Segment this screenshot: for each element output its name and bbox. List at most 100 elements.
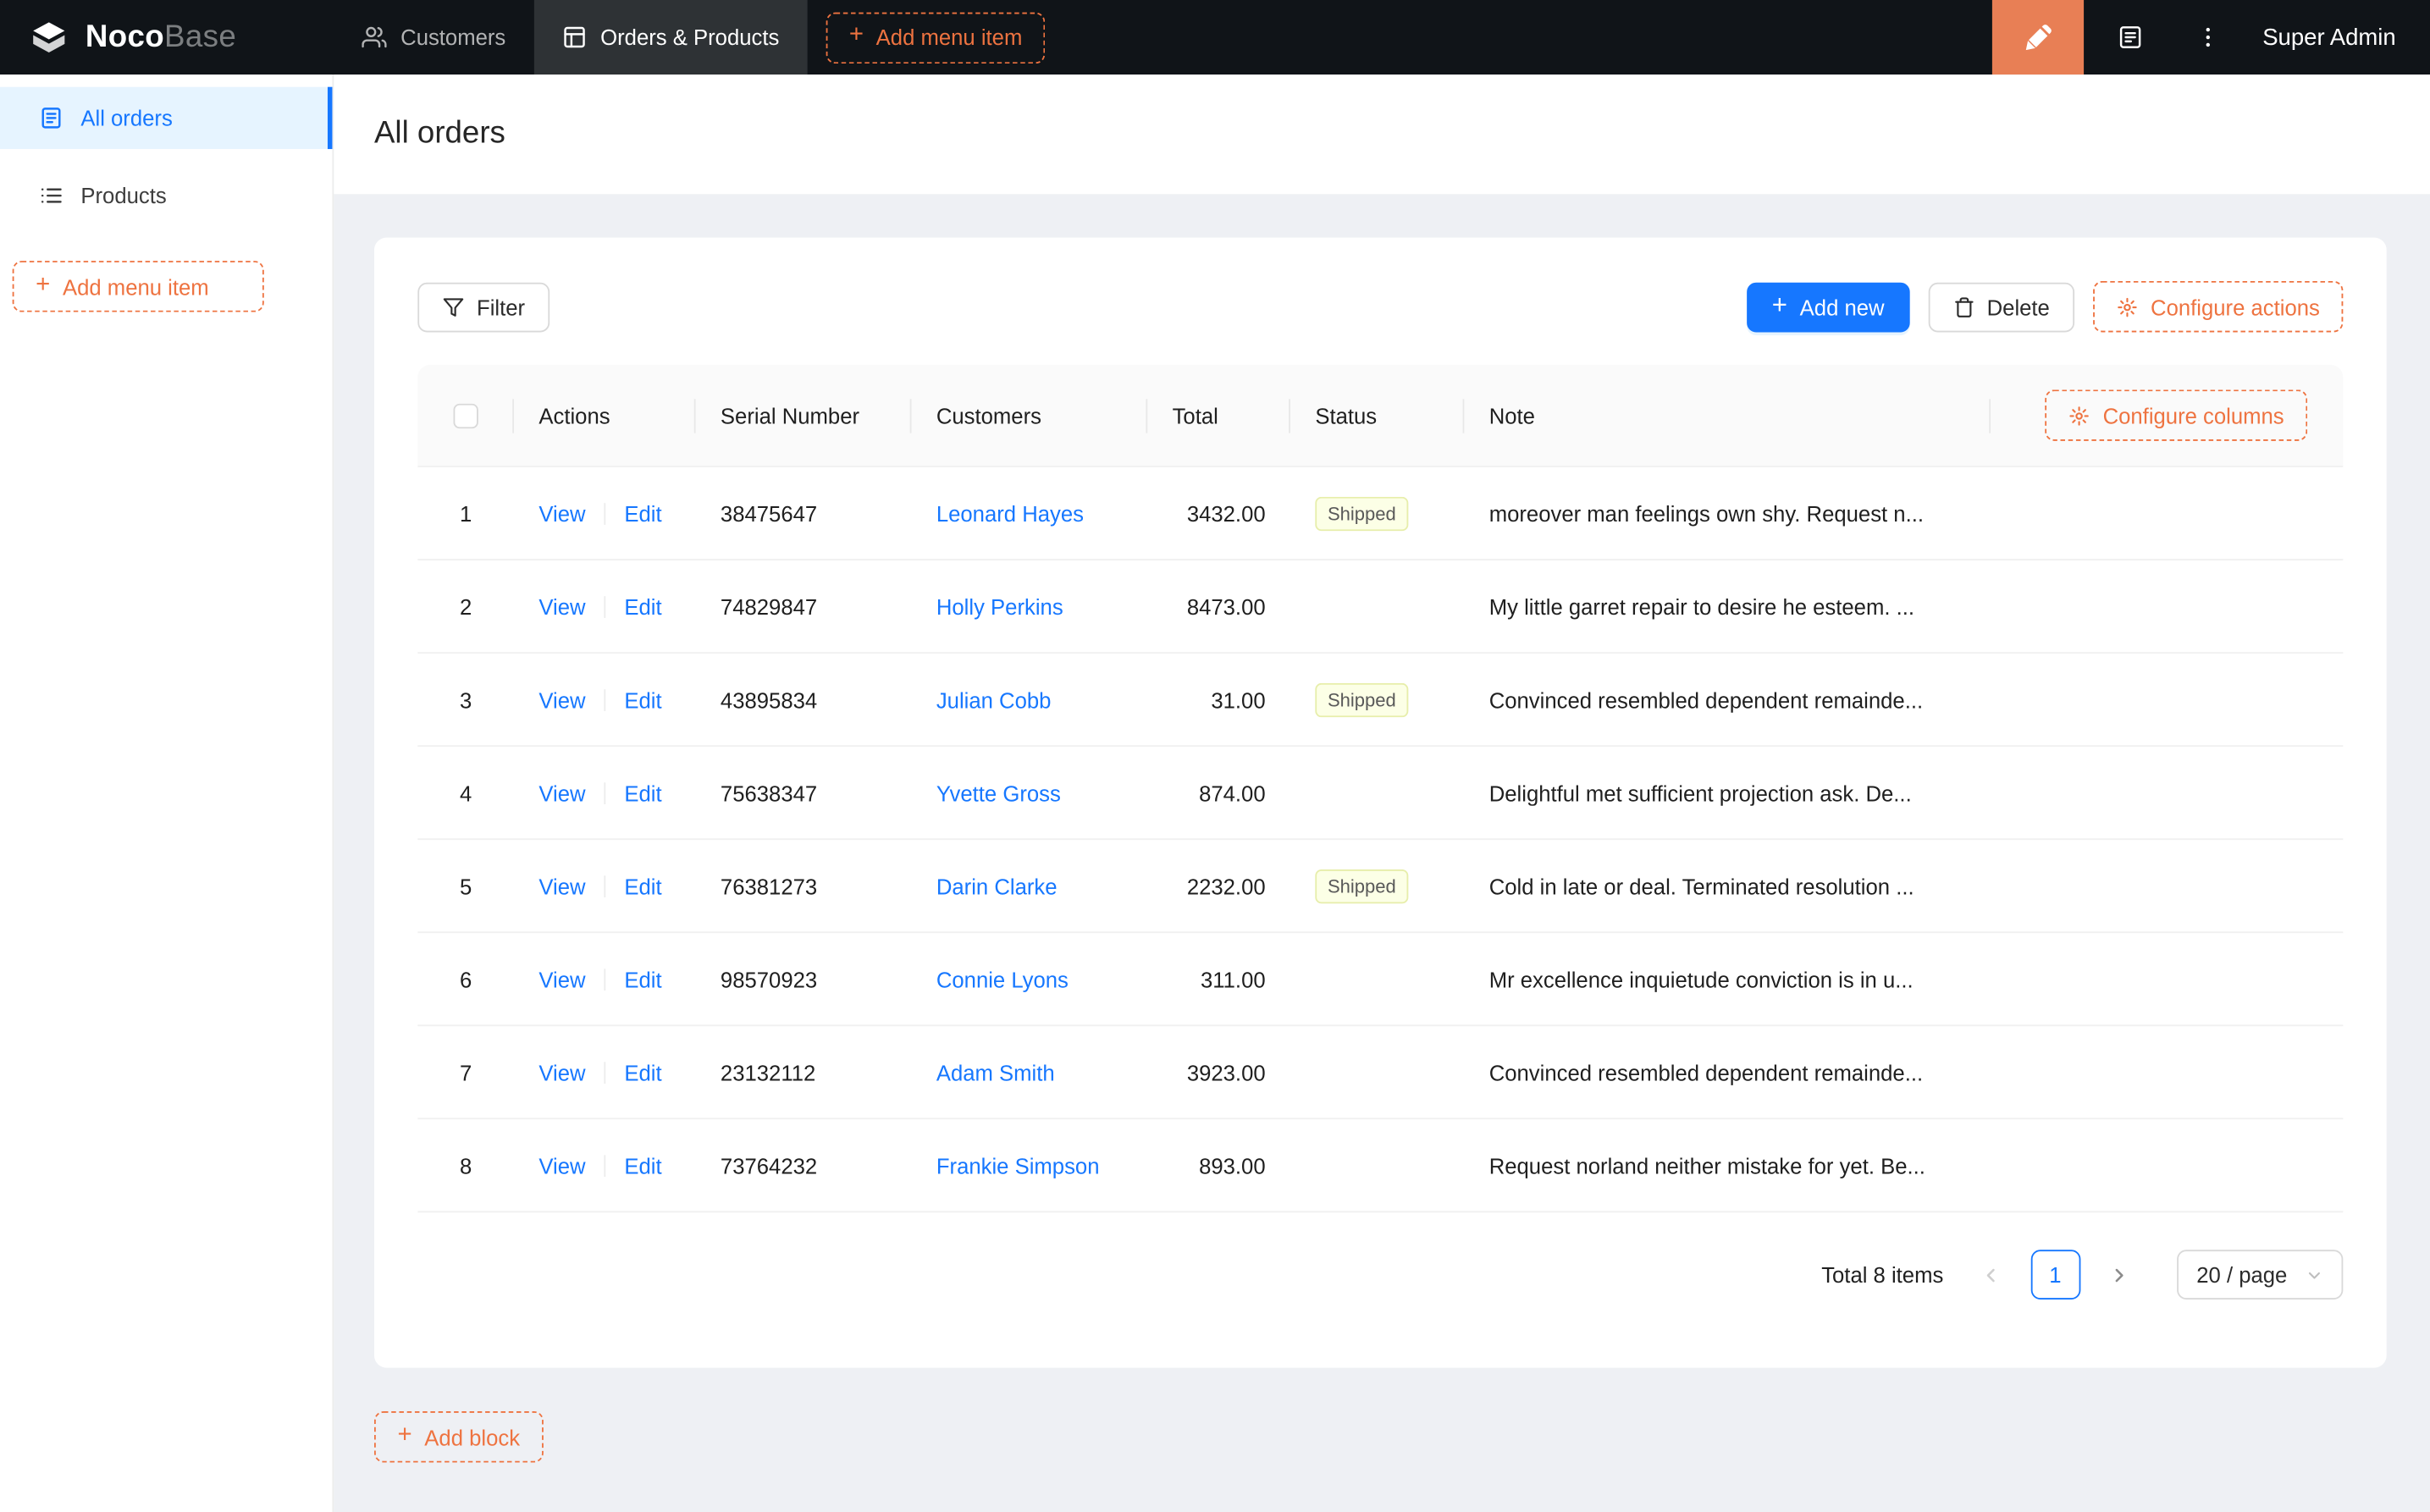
highlighter-icon bbox=[2024, 23, 2053, 52]
user-menu[interactable]: Super Admin bbox=[2241, 0, 2430, 74]
column-header-total: Total bbox=[1147, 365, 1290, 466]
edit-link[interactable]: Edit bbox=[624, 687, 661, 712]
customer-link[interactable]: Holly Perkins bbox=[936, 593, 1063, 618]
divider bbox=[604, 688, 606, 711]
edit-link[interactable]: Edit bbox=[624, 781, 661, 805]
collection-list-icon bbox=[2116, 24, 2144, 52]
sidebar-item-all-orders[interactable]: All orders bbox=[0, 86, 333, 150]
note-cell: Delightful met sufficient projection ask… bbox=[1488, 780, 1912, 805]
row-index: 4 bbox=[460, 780, 472, 805]
orders-table-card: Filter + Add new Delete Configure action… bbox=[373, 237, 2387, 1368]
sidebar-item-label: Products bbox=[80, 183, 167, 208]
customer-cell: Connie Lyons bbox=[911, 967, 1147, 991]
edit-link[interactable]: Edit bbox=[624, 874, 661, 898]
configure-actions-button[interactable]: Configure actions bbox=[2093, 280, 2344, 333]
serial-number-cell: 38475647 bbox=[720, 500, 818, 526]
customer-link[interactable]: Frankie Simpson bbox=[936, 1153, 1100, 1178]
page-1-button[interactable]: 1 bbox=[2030, 1250, 2080, 1300]
row-actions: View Edit bbox=[514, 874, 696, 898]
main-nav: Customers Orders & Products + Add menu i… bbox=[334, 0, 1064, 75]
edit-link[interactable]: Edit bbox=[624, 1153, 661, 1178]
customer-link[interactable]: Julian Cobb bbox=[936, 687, 1052, 712]
edit-link[interactable]: Edit bbox=[624, 1060, 661, 1084]
view-link[interactable]: View bbox=[538, 1060, 585, 1084]
select-all-checkbox[interactable] bbox=[453, 402, 478, 428]
table-row: 6 View Edit 98570923 Connie Lyons 311.00 … bbox=[417, 933, 2344, 1027]
customer-cell: Yvette Gross bbox=[911, 781, 1147, 805]
status-cell: Shipped bbox=[1290, 495, 1464, 531]
divider bbox=[604, 1154, 606, 1177]
list-icon bbox=[39, 183, 64, 207]
view-link[interactable]: View bbox=[538, 874, 585, 898]
add-menu-item-button-header[interactable]: + Add menu item bbox=[826, 11, 1046, 63]
total-cell: 893.00 bbox=[1199, 1152, 1266, 1178]
plus-icon: + bbox=[1771, 290, 1787, 320]
total-cell: 3432.00 bbox=[1186, 500, 1266, 526]
filter-icon bbox=[443, 295, 465, 317]
button-label: Configure columns bbox=[2102, 402, 2284, 428]
view-link[interactable]: View bbox=[538, 967, 585, 991]
customer-cell: Julian Cobb bbox=[911, 687, 1147, 712]
edit-link[interactable]: Edit bbox=[624, 967, 661, 991]
next-page-button[interactable] bbox=[2094, 1250, 2144, 1300]
customer-cell: Darin Clarke bbox=[911, 874, 1147, 898]
total-cell: 8473.00 bbox=[1186, 593, 1266, 619]
row-actions: View Edit bbox=[514, 1060, 696, 1084]
nav-item-customers[interactable]: Customers bbox=[334, 0, 533, 74]
add-block-button[interactable]: + Add block bbox=[373, 1411, 544, 1463]
button-label: Add menu item bbox=[62, 273, 209, 300]
configure-columns-button[interactable]: Configure columns bbox=[2045, 389, 2308, 441]
top-header: NocoBase Customers Orders & Products + A… bbox=[0, 0, 2430, 75]
customer-cell: Leonard Hayes bbox=[911, 500, 1147, 525]
column-header-status: Status bbox=[1290, 365, 1464, 466]
delete-button[interactable]: Delete bbox=[1927, 281, 2075, 332]
customer-link[interactable]: Adam Smith bbox=[936, 1060, 1055, 1084]
gear-icon bbox=[2068, 405, 2090, 427]
view-link[interactable]: View bbox=[538, 1153, 585, 1178]
view-link[interactable]: View bbox=[538, 500, 585, 525]
total-cell: 31.00 bbox=[1211, 687, 1266, 712]
customer-link[interactable]: Yvette Gross bbox=[936, 781, 1061, 805]
row-actions: View Edit bbox=[514, 593, 696, 618]
note-cell: Convinced resembled dependent remainde..… bbox=[1488, 687, 1924, 712]
column-header-note: Note bbox=[1464, 365, 1991, 466]
serial-number-cell: 74829847 bbox=[720, 593, 818, 619]
view-link[interactable]: View bbox=[538, 781, 585, 805]
nav-item-orders-products[interactable]: Orders & Products bbox=[533, 0, 808, 75]
logo[interactable]: NocoBase bbox=[0, 0, 334, 74]
collections-button[interactable] bbox=[2084, 0, 2175, 74]
chevron-left-icon bbox=[1981, 1265, 2002, 1285]
button-label: Add block bbox=[424, 1424, 521, 1449]
edit-link[interactable]: Edit bbox=[624, 593, 661, 618]
sidebar-item-products[interactable]: Products bbox=[0, 164, 332, 226]
customer-link[interactable]: Connie Lyons bbox=[936, 967, 1069, 991]
row-index: 3 bbox=[460, 687, 472, 712]
button-label: Configure actions bbox=[2151, 294, 2320, 319]
view-link[interactable]: View bbox=[538, 593, 585, 618]
more-menu-button[interactable] bbox=[2175, 0, 2240, 74]
note-cell: My little garret repair to desire he est… bbox=[1488, 593, 1914, 619]
nocobase-logo-icon bbox=[28, 16, 70, 58]
total-cell: 311.00 bbox=[1201, 966, 1266, 991]
page-size-select[interactable]: 20 / page bbox=[2176, 1250, 2344, 1300]
customer-link[interactable]: Leonard Hayes bbox=[936, 500, 1084, 525]
column-header-serial: Serial Number bbox=[696, 365, 912, 466]
table-row: 8 View Edit 73764232 Frankie Simpson 893.… bbox=[417, 1119, 2344, 1213]
note-cell: Convinced resembled dependent remainde..… bbox=[1488, 1059, 1924, 1084]
add-new-button[interactable]: + Add new bbox=[1747, 281, 1909, 332]
header-right: Super Admin bbox=[1992, 0, 2430, 75]
total-cell: 874.00 bbox=[1199, 780, 1266, 805]
page-header: All orders bbox=[334, 74, 2430, 195]
ui-editor-button[interactable] bbox=[1992, 0, 2085, 75]
filter-button[interactable]: Filter bbox=[417, 281, 550, 332]
chevron-right-icon bbox=[2109, 1265, 2129, 1285]
customer-link[interactable]: Darin Clarke bbox=[936, 874, 1058, 898]
row-index: 5 bbox=[460, 873, 472, 898]
edit-link[interactable]: Edit bbox=[624, 500, 661, 525]
chevron-down-icon bbox=[2306, 1266, 2322, 1283]
prev-page-button[interactable] bbox=[1967, 1250, 2017, 1300]
view-link[interactable]: View bbox=[538, 687, 585, 712]
add-menu-item-button-sidebar[interactable]: + Add menu item bbox=[12, 261, 264, 312]
serial-number-cell: 43895834 bbox=[720, 687, 818, 712]
nav-label: Customers bbox=[400, 25, 506, 50]
